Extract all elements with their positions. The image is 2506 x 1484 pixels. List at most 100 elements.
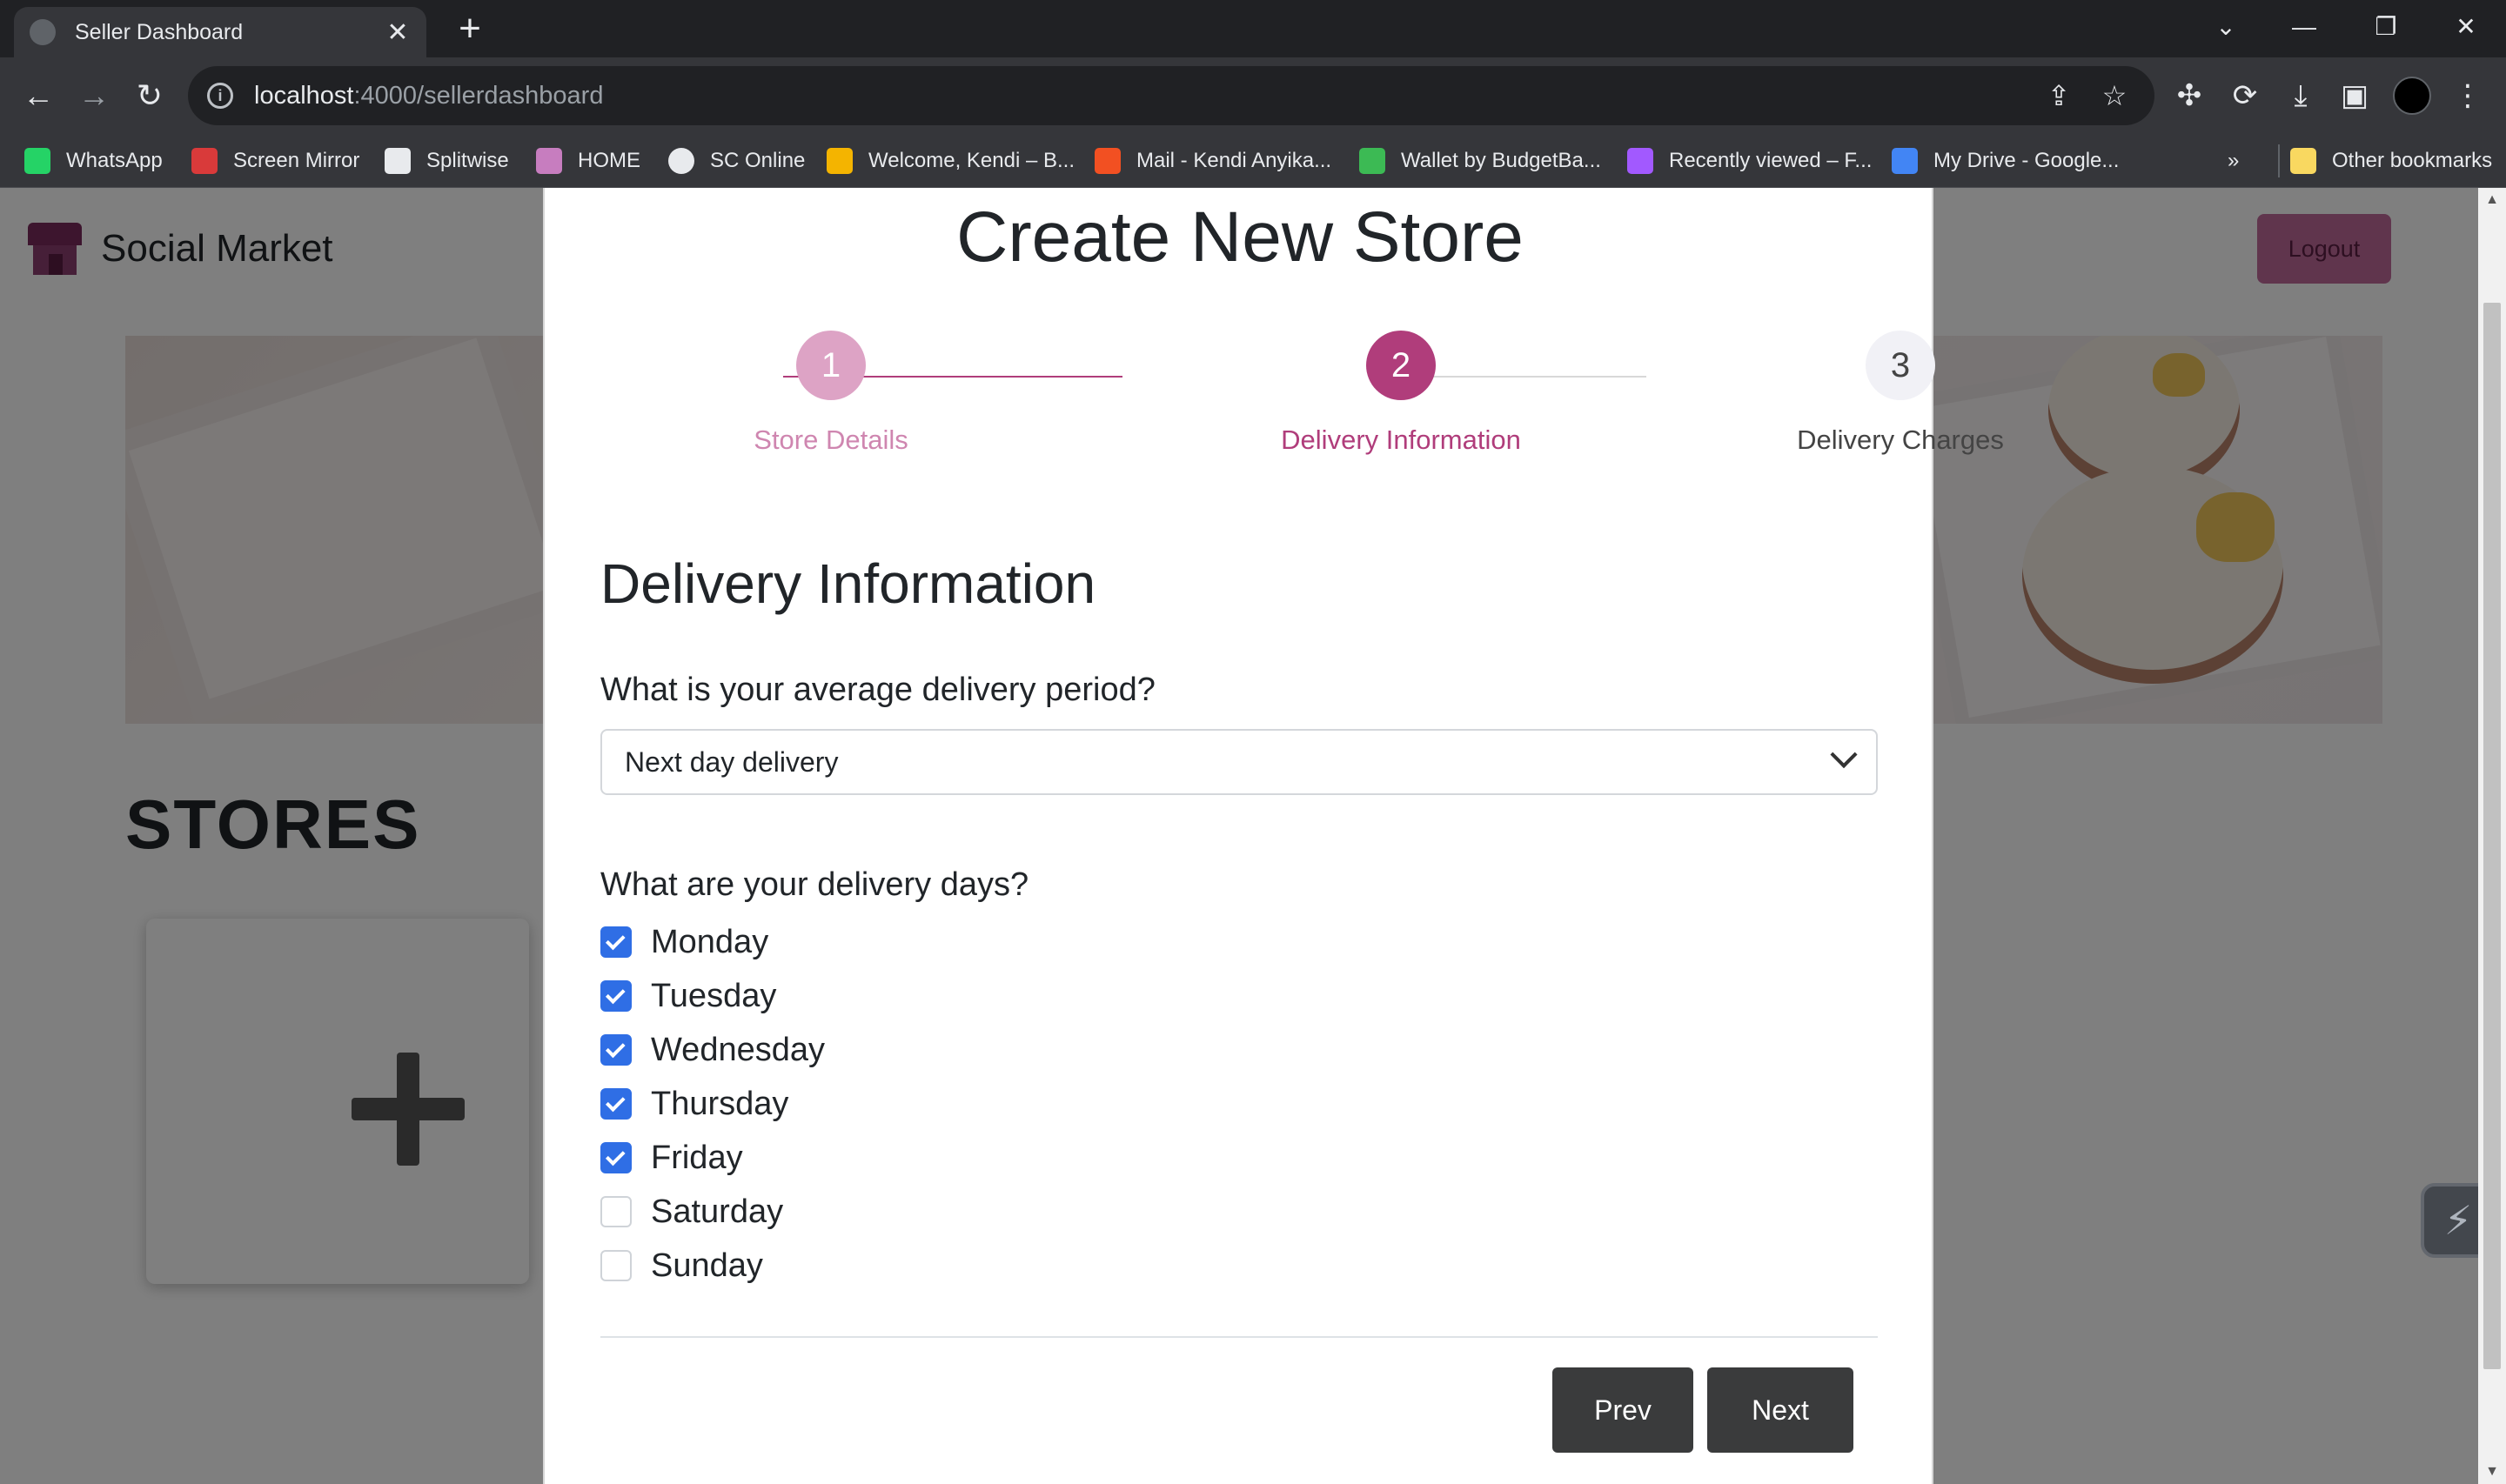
bookmark-9[interactable]: My Drive - Google... (1892, 144, 2119, 177)
screen-mirror-icon (191, 148, 218, 174)
day-tuesday[interactable]: Tuesday (600, 969, 825, 1023)
delivery-days-list: Monday Tuesday Wednesday Thursday Friday… (600, 915, 825, 1293)
delivery-days-label: What are your delivery days? (600, 866, 1029, 903)
day-wednesday[interactable]: Wednesday (600, 1023, 825, 1077)
create-store-modal: Create New Store 1 Store Details 2 Deliv… (543, 188, 2004, 1484)
other-bookmarks[interactable]: Other bookmarks (2278, 144, 2492, 177)
scroll-up-icon[interactable]: ▲ (2478, 188, 2506, 212)
splitwise-icon (385, 148, 411, 174)
bookmark-label: WhatsApp (66, 149, 163, 172)
scrollbar-thumb[interactable] (2483, 303, 2501, 1369)
day-friday[interactable]: Friday (600, 1131, 825, 1185)
bookmark-label: HOME (578, 149, 640, 172)
more-bookmarks-button[interactable]: » (2228, 144, 2239, 177)
step-label: Store Details (754, 424, 908, 455)
bookmark-label: Mail - Kendi Anyika... (1136, 149, 1332, 172)
back-icon[interactable]: ← (17, 75, 59, 117)
url-path: :4000/sellerdashboard (353, 81, 604, 110)
checkbox-unchecked[interactable] (600, 1250, 632, 1281)
assistant-extension-icon[interactable]: ⚡ (2421, 1183, 2478, 1258)
day-label: Wednesday (651, 1031, 825, 1068)
side-panel-icon[interactable]: ▣ (2335, 77, 2374, 115)
day-monday[interactable]: Monday (600, 915, 825, 969)
bookmark-label: Welcome, Kendi – B... (868, 149, 1075, 172)
bookmark-5[interactable]: Welcome, Kendi – B... (827, 144, 1075, 177)
checkbox-checked[interactable] (600, 926, 632, 958)
step-number: 2 (1366, 331, 1436, 400)
globe-icon (30, 19, 56, 45)
forward-icon[interactable]: → (73, 75, 115, 117)
site-info-icon[interactable]: i (207, 83, 233, 109)
url-host: localhost (254, 81, 354, 110)
footer-divider (600, 1336, 1878, 1338)
page-scrollbar[interactable]: ▲ ▼ (2478, 188, 2506, 1484)
address-bar[interactable]: i localhost:4000/sellerdashboard ⇪ ☆ (188, 66, 2154, 125)
reload-icon[interactable]: ↻ (129, 75, 171, 117)
share-icon[interactable]: ⇪ (2041, 78, 2076, 113)
wallet-icon (1359, 148, 1385, 174)
home-icon (536, 148, 562, 174)
bookmark-3[interactable]: HOME (536, 144, 640, 177)
bookmark-0[interactable]: WhatsApp (24, 144, 163, 177)
section-title: Delivery Information (600, 552, 1096, 615)
day-thursday[interactable]: Thursday (600, 1077, 825, 1131)
checkbox-checked[interactable] (600, 1142, 632, 1173)
bookmarks-bar: WhatsApp Screen Mirror Splitwise HOME SC… (0, 134, 2506, 188)
scroll-down-icon[interactable]: ▼ (2478, 1460, 2506, 1484)
step-store-details[interactable]: 1 Store Details (692, 331, 970, 456)
tab-title: Seller Dashboard (75, 19, 244, 44)
whatsapp-icon (24, 148, 50, 174)
checkbox-checked[interactable] (600, 1034, 632, 1066)
close-icon[interactable]: ✕ (385, 17, 411, 48)
download-icon[interactable]: ⤓ (2282, 77, 2320, 115)
extensions-icon[interactable]: ✣ (2170, 77, 2208, 115)
tab-strip: Seller Dashboard ✕ + ⌄ — ❐ ✕ (0, 0, 2506, 57)
restore-button[interactable]: ❐ (2360, 7, 2412, 47)
prev-button[interactable]: Prev (1552, 1367, 1693, 1453)
bookmark-label: Screen Mirror (233, 149, 360, 172)
day-label: Tuesday (651, 977, 777, 1014)
bookmark-7[interactable]: Wallet by BudgetBa... (1359, 144, 1601, 177)
new-tab-button[interactable]: + (452, 9, 487, 49)
day-sunday[interactable]: Sunday (600, 1239, 825, 1293)
google-drive-icon (1892, 148, 1918, 174)
step-delivery-information[interactable]: 2 Delivery Information (1262, 331, 1540, 456)
profile-avatar[interactable] (2393, 77, 2431, 115)
delivery-period-select[interactable]: Next day delivery (600, 729, 1878, 795)
next-button[interactable]: Next (1707, 1367, 1853, 1453)
bookmark-label: Other bookmarks (2332, 149, 2493, 172)
step-label: Delivery Information (1281, 424, 1521, 455)
day-saturday[interactable]: Saturday (600, 1185, 825, 1239)
tab-seller-dashboard[interactable]: Seller Dashboard ✕ (14, 7, 426, 57)
bookmark-4[interactable]: SC Online (668, 144, 805, 177)
day-label: Thursday (651, 1085, 789, 1122)
checkbox-unchecked[interactable] (600, 1196, 632, 1227)
microsoft-icon (1095, 148, 1121, 174)
bookmark-2[interactable]: Splitwise (385, 144, 509, 177)
bookmark-label: Recently viewed – F... (1669, 149, 1873, 172)
minimize-button[interactable]: — (2278, 7, 2330, 47)
day-label: Sunday (651, 1247, 763, 1284)
menu-icon[interactable]: ⋮ (2449, 77, 2487, 115)
step-label: Delivery Charges (1797, 424, 2004, 455)
step-delivery-charges[interactable]: 3 Delivery Charges (1761, 331, 2040, 456)
sync-extension-icon[interactable]: ⟳ (2226, 77, 2264, 115)
checkbox-checked[interactable] (600, 980, 632, 1012)
step-number: 1 (796, 331, 866, 400)
chevron-down-icon (1830, 740, 1858, 769)
bookmark-1[interactable]: Screen Mirror (191, 144, 359, 177)
delivery-period-label: What is your average delivery period? (600, 672, 1156, 708)
figma-icon (1627, 148, 1653, 174)
tab-search-icon[interactable]: ⌄ (2200, 7, 2252, 47)
bookmark-star-icon[interactable]: ☆ (2097, 78, 2132, 113)
bookmark-6[interactable]: Mail - Kendi Anyika... (1095, 144, 1331, 177)
day-label: Monday (651, 923, 769, 960)
bookmark-label: SC Online (710, 149, 806, 172)
chart-bars-icon (827, 148, 853, 174)
folder-icon (2290, 148, 2316, 174)
close-window-button[interactable]: ✕ (2440, 7, 2492, 47)
checkbox-checked[interactable] (600, 1088, 632, 1120)
bookmark-label: Splitwise (426, 149, 509, 172)
browser-toolbar: ← → ↻ i localhost:4000/sellerdashboard ⇪… (0, 57, 2506, 134)
bookmark-8[interactable]: Recently viewed – F... (1627, 144, 1872, 177)
